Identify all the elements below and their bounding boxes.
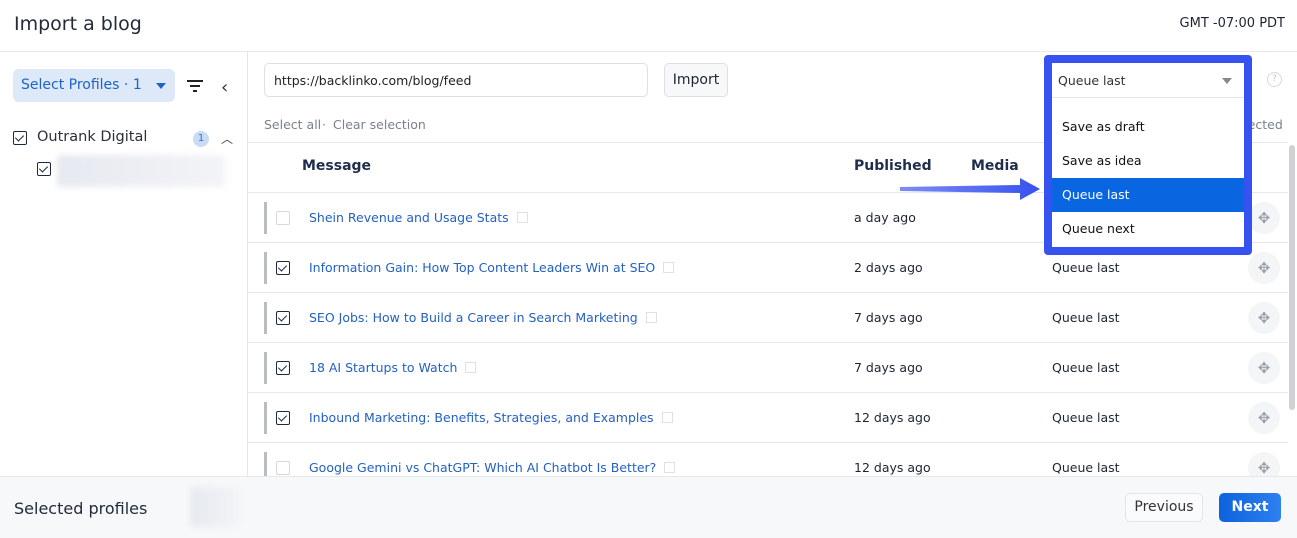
group-count-badge: 1 [193, 131, 209, 147]
row-checkbox[interactable] [276, 311, 290, 325]
row-indicator [264, 352, 267, 384]
feed-url-input[interactable]: https://backlinko.com/blog/feed [264, 63, 648, 97]
message-link[interactable]: 18 AI Startups to Watch [309, 360, 477, 375]
queue-selected-value: Queue last [1058, 73, 1126, 88]
message-link[interactable]: Information Gain: How Top Content Leader… [309, 260, 675, 275]
blurred-profile [57, 155, 225, 187]
blurred-avatar [190, 487, 240, 527]
drag-handle-icon[interactable]: ✥ [1248, 402, 1280, 434]
group-checkbox[interactable] [13, 131, 27, 145]
select-all-link[interactable]: Select all [264, 117, 321, 132]
message-text: 18 AI Startups to Watch [309, 360, 458, 375]
previous-button[interactable]: Previous [1125, 493, 1203, 522]
external-link-icon[interactable] [661, 412, 673, 423]
separator: · [322, 117, 326, 132]
published-date: a day ago [854, 210, 916, 225]
row-checkbox[interactable] [276, 461, 290, 475]
timezone-label: GMT -07:00 PDT [1179, 16, 1285, 31]
row-indicator [264, 302, 267, 334]
queue-value[interactable]: Queue last [1052, 360, 1120, 375]
drag-handle-icon[interactable]: ✥ [1248, 252, 1280, 284]
row-indicator [264, 252, 267, 284]
queue-select[interactable]: Queue last [1052, 63, 1244, 98]
import-button[interactable]: Import [664, 63, 728, 97]
option-save-as-idea[interactable]: Save as idea [1052, 144, 1244, 178]
collapse-chevron-icon[interactable]: ‹ [221, 77, 228, 98]
queue-value[interactable]: Queue last [1052, 410, 1120, 425]
published-date: 7 days ago [854, 360, 923, 375]
column-published: Published [854, 158, 932, 174]
row-checkbox[interactable] [276, 211, 290, 225]
row-indicator [264, 402, 267, 434]
footer: Selected profiles [0, 476, 1297, 538]
external-link-icon[interactable] [664, 462, 676, 473]
caret-down-icon [156, 83, 166, 89]
message-text: Shein Revenue and Usage Stats [309, 210, 509, 225]
message-link[interactable]: Shein Revenue and Usage Stats [309, 210, 528, 225]
external-link-icon[interactable] [663, 262, 675, 273]
select-profiles-dropdown[interactable]: Select Profiles · 1 [13, 69, 175, 102]
option-save-as-draft[interactable]: Save as draft [1052, 110, 1244, 144]
message-text: Google Gemini vs ChatGPT: Which AI Chatb… [309, 460, 657, 475]
published-date: 7 days ago [854, 310, 923, 325]
external-link-icon[interactable] [465, 362, 477, 373]
drag-handle-icon[interactable]: ✥ [1248, 202, 1280, 234]
queue-value[interactable]: Queue last [1052, 460, 1120, 475]
row-checkbox[interactable] [276, 261, 290, 275]
message-text: Inbound Marketing: Benefits, Strategies,… [309, 410, 654, 425]
queue-value[interactable]: Queue last [1052, 310, 1120, 325]
column-media: Media [971, 158, 1019, 174]
chevron-up-icon[interactable]: ︿ [221, 130, 233, 147]
external-link-icon[interactable] [645, 312, 657, 323]
select-profiles-label: Select Profiles · 1 [21, 77, 142, 93]
help-icon[interactable]: ? [1267, 72, 1282, 87]
external-link-icon[interactable] [516, 212, 528, 223]
option-queue-last[interactable]: Queue last [1052, 178, 1244, 212]
queue-value[interactable]: Queue last [1052, 260, 1120, 275]
selected-profiles-label: Selected profiles [14, 499, 148, 518]
row-checkbox[interactable] [276, 411, 290, 425]
page-title: Import a blog [14, 13, 142, 35]
group-name: Outrank Digital [37, 129, 148, 145]
arrow-annotation [900, 178, 1040, 200]
column-message: Message [302, 158, 372, 174]
next-button[interactable]: Next [1219, 493, 1281, 522]
filter-icon[interactable] [187, 80, 203, 92]
sidebar [0, 52, 248, 476]
drag-handle-icon[interactable]: ✥ [1248, 352, 1280, 384]
table-row: SEO Jobs: How to Build a Career in Searc… [248, 293, 1288, 343]
header: Import a blog GMT -07:00 PDT [0, 0, 1297, 52]
queue-dropdown: Queue last Save as draft Save as idea Qu… [1044, 55, 1252, 255]
table-row: 18 AI Startups to Watch 7 days ago Queue… [248, 343, 1288, 393]
message-text: SEO Jobs: How to Build a Career in Searc… [309, 310, 638, 325]
caret-down-icon [1222, 78, 1232, 84]
profile-checkbox[interactable] [37, 162, 51, 176]
table-row: Inbound Marketing: Benefits, Strategies,… [248, 393, 1288, 443]
message-link[interactable]: Google Gemini vs ChatGPT: Which AI Chatb… [309, 460, 676, 475]
published-date: 2 days ago [854, 260, 923, 275]
published-date: 12 days ago [854, 410, 931, 425]
published-date: 12 days ago [854, 460, 931, 475]
row-checkbox[interactable] [276, 361, 290, 375]
scrollbar[interactable] [1289, 145, 1295, 410]
clear-selection-link[interactable]: Clear selection [333, 117, 426, 132]
row-indicator [264, 202, 267, 234]
message-link[interactable]: SEO Jobs: How to Build a Career in Searc… [309, 310, 657, 325]
drag-handle-icon[interactable]: ✥ [1248, 302, 1280, 334]
message-link[interactable]: Inbound Marketing: Benefits, Strategies,… [309, 410, 673, 425]
option-queue-next[interactable]: Queue next [1052, 212, 1244, 246]
message-text: Information Gain: How Top Content Leader… [309, 260, 656, 275]
